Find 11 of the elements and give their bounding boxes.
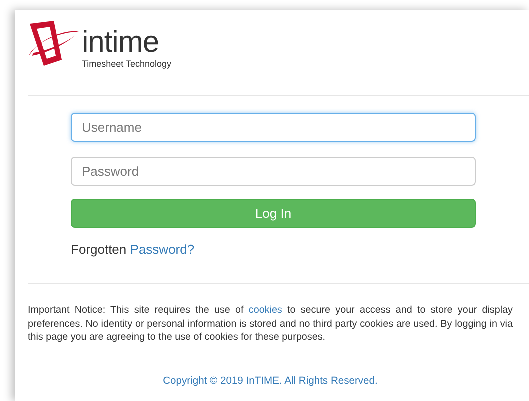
password-link[interactable]: Password? <box>130 242 195 257</box>
copyright-link[interactable]: Copyright © 2019 InTIME. All Rights Reserved. <box>28 376 513 386</box>
logo-icon <box>28 20 80 68</box>
login-button[interactable]: Log In <box>71 199 476 228</box>
logo-tagline: Timesheet Technology <box>82 59 172 69</box>
forgotten-label: Forgotten <box>71 242 127 257</box>
cookie-notice: Important Notice: This site requires the use of cookies to secure your access and to store your display preferences. No identity or personal information is stored and no third party cookies are used. By logging in via this page you are agreeing to the use of cookies for these purposes. <box>28 304 513 344</box>
cookies-link[interactable]: cookies <box>248 305 282 316</box>
password-field[interactable]: Password <box>71 157 476 186</box>
username-field[interactable]: Username <box>71 113 476 142</box>
logo-wordmark: intime <box>82 28 160 58</box>
